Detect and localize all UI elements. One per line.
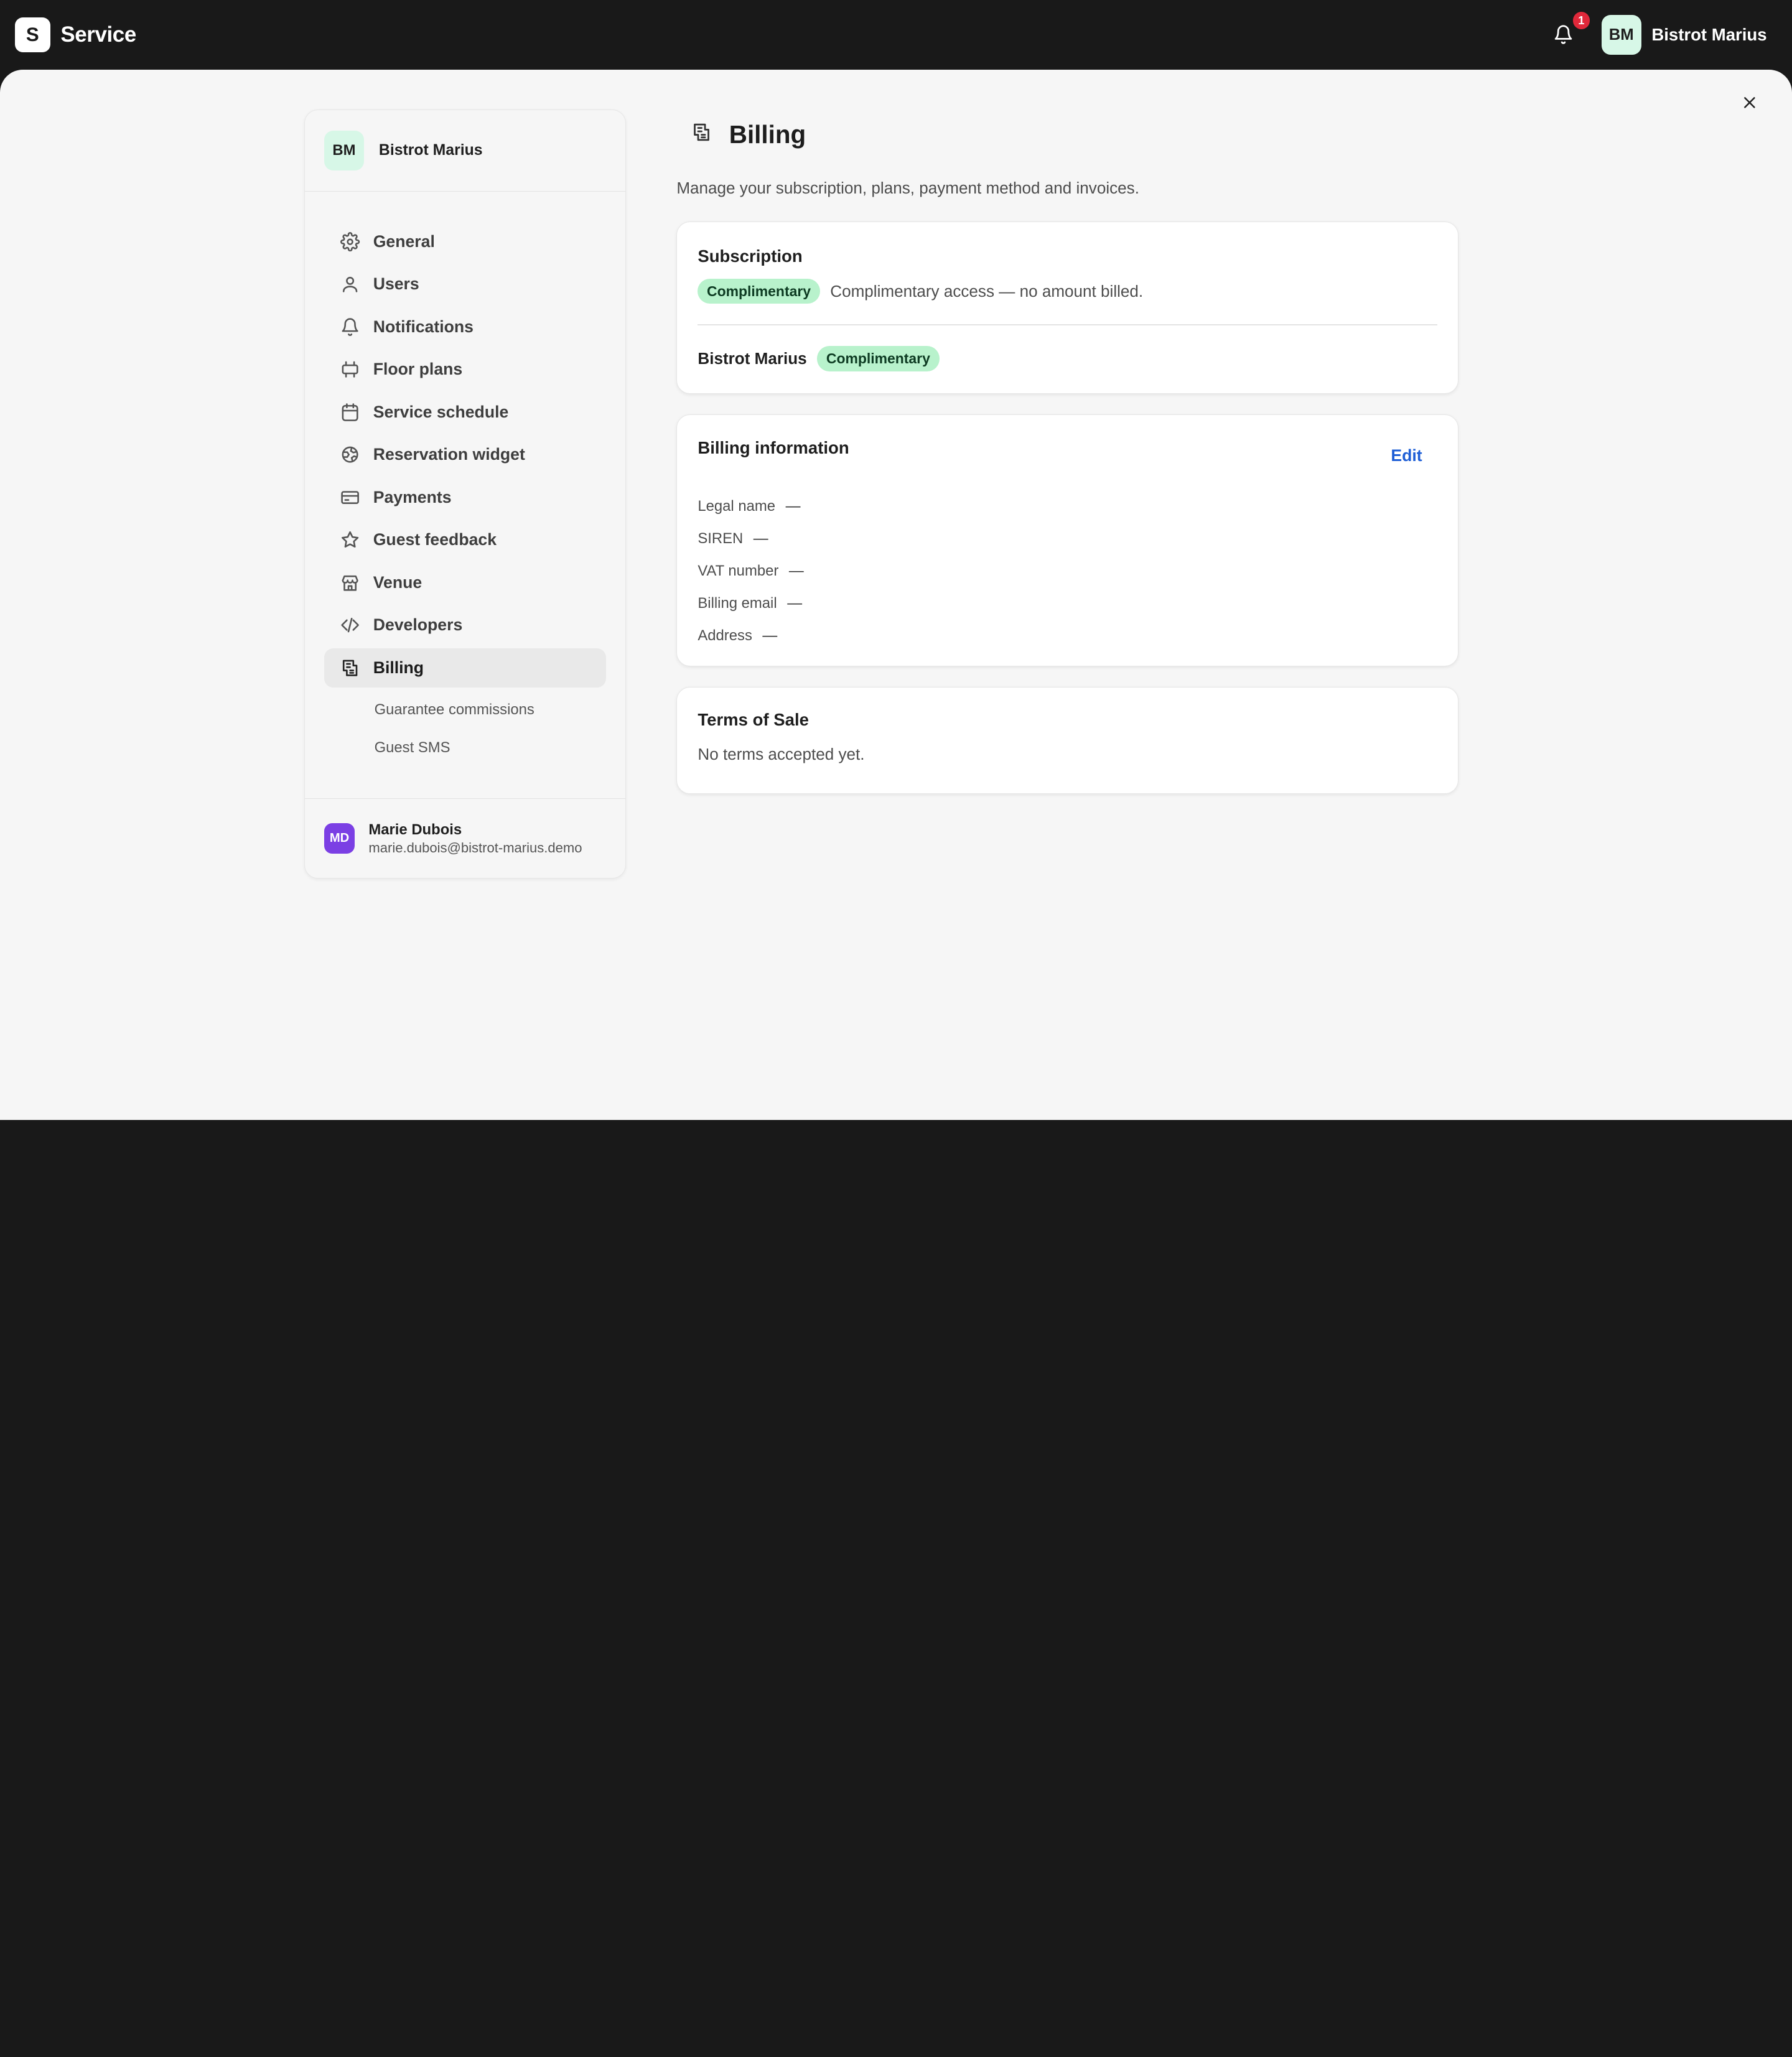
billing-fields: Legal name — SIREN — VAT number — Billin…: [698, 490, 1437, 652]
close-icon: [1744, 97, 1755, 109]
sidebar-item-billing[interactable]: Billing: [324, 648, 607, 688]
billing-field-vat-number: VAT number —: [698, 555, 1437, 587]
notification-badge: 1: [1572, 12, 1590, 29]
subscription-status-row: Complimentary Complimentary access — no …: [698, 278, 1437, 305]
subscription-card: Subscription Complimentary Complimentary…: [676, 222, 1458, 394]
venue-plan-row: Bistrot Marius Complimentary: [698, 345, 1437, 372]
billing-information-header: Billing information Edit: [698, 415, 1437, 465]
field-value: —: [787, 595, 803, 612]
field-label: Address: [698, 627, 752, 645]
billing-field-address: Address —: [698, 620, 1437, 652]
sidebar-item-label: Service schedule: [373, 402, 509, 421]
user-meta: Marie Dubois marie.dubois@bistrot-marius…: [368, 820, 582, 857]
field-label: Billing email: [698, 595, 777, 612]
billing-field-legal-name: Legal name —: [698, 490, 1437, 523]
sidebar-item-label: Developers: [373, 615, 463, 635]
field-label: VAT number: [698, 562, 779, 580]
sidebar-item-notifications[interactable]: Notifications: [324, 307, 607, 346]
field-label: Legal name: [698, 498, 776, 515]
app-root: S Service 1 BM Bistrot Marius BM Bistrot…: [0, 0, 1792, 1120]
terms-title: Terms of Sale: [698, 710, 809, 730]
close-button[interactable]: [1738, 91, 1762, 114]
terms-text: No terms accepted yet.: [698, 745, 865, 764]
sidebar-item-guest-feedback[interactable]: Guest feedback: [324, 521, 607, 559]
sidebar-item-label: Users: [373, 274, 419, 294]
sidebar-item-label: Venue: [373, 572, 422, 592]
billing-field-billing-email: Billing email —: [698, 587, 1437, 620]
sidebar-nav: General Users Notifications Floor plans …: [305, 192, 626, 767]
sidebar-item-label: Reservation widget: [373, 445, 525, 464]
sidebar-item-label: Floor plans: [373, 360, 463, 379]
bell-icon: [1555, 25, 1572, 45]
user-icon: [340, 274, 360, 294]
field-label: SIREN: [698, 530, 744, 548]
user-name: Marie Dubois: [368, 821, 462, 838]
sidebar-item-users[interactable]: Users: [324, 265, 607, 304]
field-value: —: [785, 498, 801, 515]
store-icon: [340, 572, 360, 593]
top-bar: S Service 1 BM Bistrot Marius: [0, 0, 1792, 70]
app-logo[interactable]: S: [14, 17, 50, 53]
gear-icon: [340, 231, 360, 252]
sidebar-item-developers[interactable]: Developers: [324, 606, 607, 645]
sidebar-item-venue[interactable]: Venue: [324, 563, 607, 602]
receipt-icon: [340, 658, 360, 678]
sidebar-item-label: Notifications: [373, 317, 474, 336]
field-value: —: [753, 530, 768, 548]
page-title: Billing: [729, 120, 806, 149]
sidebar-item-reservation-widget[interactable]: Reservation widget: [324, 436, 607, 474]
settings-sidebar: BM Bistrot Marius General Users Notifica…: [304, 110, 627, 879]
sidebar-venue-name: Bistrot Marius: [378, 142, 483, 159]
code-icon: [340, 615, 360, 635]
sidebar-venue-header: BM Bistrot Marius: [304, 110, 626, 192]
sidebar-item-label: Guest feedback: [373, 530, 497, 549]
table-icon: [340, 359, 360, 380]
sidebar-item-label: Billing: [373, 658, 424, 677]
field-value: —: [762, 627, 778, 645]
billing-information-title: Billing information: [698, 438, 849, 458]
sidebar-subitem-guest-sms[interactable]: Guest SMS: [324, 729, 607, 767]
sidebar-item-label: General: [373, 232, 435, 251]
subscription-title: Subscription: [698, 246, 803, 266]
terms-of-sale-card: Terms of Sale No terms accepted yet.: [676, 686, 1458, 795]
venue-plan-badge: Complimentary: [817, 346, 940, 371]
topbar-right: 1 BM Bistrot Marius: [1549, 12, 1777, 55]
sidebar-item-label: Payments: [373, 487, 452, 506]
user-email: marie.dubois@bistrot-marius.demo: [368, 839, 582, 856]
sidebar-subitem-guarantee-commissions[interactable]: Guarantee commissions: [324, 691, 607, 729]
settings-sheet: BM Bistrot Marius General Users Notifica…: [0, 70, 1792, 1120]
billing-information-card: Billing information Edit Legal name — SI…: [676, 414, 1458, 666]
page-header: Billing: [676, 110, 1458, 160]
star-icon: [340, 529, 360, 550]
user-avatar: MD: [324, 823, 355, 854]
subscription-note: Complimentary access — no amount billed.: [830, 281, 1144, 301]
sidebar-venue-avatar: BM: [324, 130, 365, 171]
page-description: Manage your subscription, plans, payment…: [676, 178, 1139, 197]
edit-billing-button[interactable]: Edit: [1391, 446, 1422, 465]
globe-icon: [340, 444, 360, 465]
bell-icon: [340, 317, 360, 337]
sidebar-item-service-schedule[interactable]: Service schedule: [324, 393, 607, 431]
notifications-button[interactable]: 1: [1549, 12, 1590, 50]
venue-switcher[interactable]: Bistrot Marius: [1651, 25, 1766, 45]
status-badge: Complimentary: [698, 278, 820, 304]
venue-avatar[interactable]: BM: [1601, 14, 1641, 55]
sidebar-item-payments[interactable]: Payments: [324, 478, 607, 516]
venue-plan-name: Bistrot Marius: [698, 348, 807, 368]
sidebar-item-floor-plans[interactable]: Floor plans: [324, 350, 607, 389]
calendar-icon: [340, 402, 360, 422]
billing-field-siren: SIREN —: [698, 523, 1437, 555]
app-name: Service: [60, 22, 136, 47]
field-value: —: [788, 562, 804, 580]
sidebar-item-general[interactable]: General: [324, 222, 607, 261]
receipt-icon: [691, 122, 712, 147]
credit-card-icon: [340, 487, 360, 508]
billing-content: Billing Manage your subscription, plans,…: [676, 110, 1458, 795]
sidebar-user-footer[interactable]: MD Marie Dubois marie.dubois@bistrot-mar…: [304, 798, 626, 879]
divider: [698, 324, 1437, 326]
